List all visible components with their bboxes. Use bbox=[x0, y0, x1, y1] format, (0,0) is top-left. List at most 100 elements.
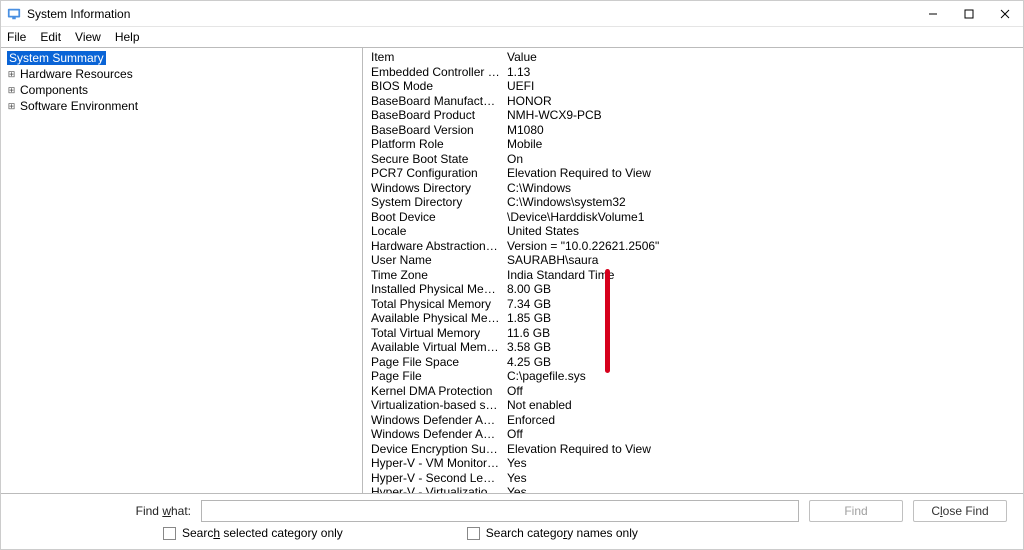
data-row[interactable]: BaseBoard VersionM1080 bbox=[371, 123, 1011, 138]
data-item: BaseBoard Product bbox=[371, 108, 507, 123]
tree-label: Hardware Resources bbox=[20, 67, 133, 81]
data-value: Mobile bbox=[507, 137, 1011, 152]
data-row[interactable]: Hyper-V - VM Monitor Mode Ex...Yes bbox=[371, 456, 1011, 471]
data-row[interactable]: BaseBoard ManufacturerHONOR bbox=[371, 94, 1011, 109]
data-row[interactable]: Windows Defender Application ...Enforced bbox=[371, 413, 1011, 428]
column-headers[interactable]: Item Value bbox=[371, 50, 1011, 65]
data-value: 3.58 GB bbox=[507, 340, 1011, 355]
tree-item-software-environment[interactable]: ⊞ Software Environment bbox=[1, 98, 362, 114]
data-item: Page File bbox=[371, 369, 507, 384]
data-row[interactable]: Available Physical Memory1.85 GB bbox=[371, 311, 1011, 326]
data-value: On bbox=[507, 152, 1011, 167]
tree-label: Components bbox=[20, 83, 88, 97]
data-value: 8.00 GB bbox=[507, 282, 1011, 297]
data-item: Time Zone bbox=[371, 268, 507, 283]
data-value: Off bbox=[507, 384, 1011, 399]
data-item: Boot Device bbox=[371, 210, 507, 225]
checkbox-icon[interactable] bbox=[163, 527, 176, 540]
data-row[interactable]: Hardware Abstraction LayerVersion = "10.… bbox=[371, 239, 1011, 254]
data-row[interactable]: LocaleUnited States bbox=[371, 224, 1011, 239]
data-row[interactable]: Windows Defender Application ...Off bbox=[371, 427, 1011, 442]
column-item[interactable]: Item bbox=[371, 50, 507, 65]
search-selected-category-checkbox[interactable]: Search selected category only bbox=[163, 526, 343, 540]
data-row[interactable]: Total Physical Memory7.34 GB bbox=[371, 297, 1011, 312]
data-value: \Device\HarddiskVolume1 bbox=[507, 210, 1011, 225]
data-row[interactable]: Hyper-V - Second Level Address...Yes bbox=[371, 471, 1011, 486]
data-item: Total Virtual Memory bbox=[371, 326, 507, 341]
data-row[interactable]: Embedded Controller Version1.13 bbox=[371, 65, 1011, 80]
data-item: User Name bbox=[371, 253, 507, 268]
data-value: C:\Windows bbox=[507, 181, 1011, 196]
data-value: 1.13 bbox=[507, 65, 1011, 80]
data-item: Available Physical Memory bbox=[371, 311, 507, 326]
data-value: Yes bbox=[507, 485, 1011, 493]
data-row[interactable]: BIOS ModeUEFI bbox=[371, 79, 1011, 94]
data-value: UEFI bbox=[507, 79, 1011, 94]
expander-icon[interactable]: ⊞ bbox=[7, 86, 16, 95]
menu-help[interactable]: Help bbox=[115, 30, 140, 44]
data-item: BaseBoard Manufacturer bbox=[371, 94, 507, 109]
data-value: Elevation Required to View bbox=[507, 166, 1011, 181]
data-item: Available Virtual Memory bbox=[371, 340, 507, 355]
tree-item-system-summary[interactable]: System Summary bbox=[1, 50, 362, 66]
data-item: Hyper-V - VM Monitor Mode Ex... bbox=[371, 456, 507, 471]
find-input[interactable] bbox=[201, 500, 799, 522]
close-find-button[interactable]: Close Find bbox=[913, 500, 1007, 522]
maximize-button[interactable] bbox=[951, 1, 987, 26]
data-value: Not enabled bbox=[507, 398, 1011, 413]
expander-icon[interactable]: ⊞ bbox=[7, 102, 16, 111]
data-row[interactable]: Kernel DMA ProtectionOff bbox=[371, 384, 1011, 399]
data-item: Secure Boot State bbox=[371, 152, 507, 167]
search-category-names-checkbox[interactable]: Search category names only bbox=[467, 526, 638, 540]
tree-label: Software Environment bbox=[20, 99, 138, 113]
checkbox-icon[interactable] bbox=[467, 527, 480, 540]
data-row[interactable]: Available Virtual Memory3.58 GB bbox=[371, 340, 1011, 355]
find-button[interactable]: Find bbox=[809, 500, 903, 522]
find-label: Find what: bbox=[17, 504, 191, 518]
data-row[interactable]: BaseBoard ProductNMH-WCX9-PCB bbox=[371, 108, 1011, 123]
expander-icon[interactable]: ⊞ bbox=[7, 70, 16, 79]
data-item: Total Physical Memory bbox=[371, 297, 507, 312]
data-row[interactable]: Windows DirectoryC:\Windows bbox=[371, 181, 1011, 196]
title-bar: System Information bbox=[1, 1, 1023, 27]
data-row[interactable]: Page FileC:\pagefile.sys bbox=[371, 369, 1011, 384]
menu-file[interactable]: File bbox=[7, 30, 26, 44]
data-item: System Directory bbox=[371, 195, 507, 210]
data-row[interactable]: Installed Physical Memory (RAM)8.00 GB bbox=[371, 282, 1011, 297]
data-value: Yes bbox=[507, 471, 1011, 486]
data-item: Virtualization-based security bbox=[371, 398, 507, 413]
data-row[interactable]: PCR7 ConfigurationElevation Required to … bbox=[371, 166, 1011, 181]
data-row[interactable]: Hyper-V - Virtualization Enabled...Yes bbox=[371, 485, 1011, 493]
tree-item-components[interactable]: ⊞ Components bbox=[1, 82, 362, 98]
data-row[interactable]: Total Virtual Memory11.6 GB bbox=[371, 326, 1011, 341]
close-button[interactable] bbox=[987, 1, 1023, 26]
data-row[interactable]: Device Encryption SupportElevation Requi… bbox=[371, 442, 1011, 457]
data-value: C:\pagefile.sys bbox=[507, 369, 1011, 384]
minimize-button[interactable] bbox=[915, 1, 951, 26]
data-row[interactable]: Secure Boot StateOn bbox=[371, 152, 1011, 167]
data-row[interactable]: User NameSAURABH\saura bbox=[371, 253, 1011, 268]
data-value: 1.85 GB bbox=[507, 311, 1011, 326]
data-value: Version = "10.0.22621.2506" bbox=[507, 239, 1011, 254]
data-item: PCR7 Configuration bbox=[371, 166, 507, 181]
data-value: Off bbox=[507, 427, 1011, 442]
data-row[interactable]: Page File Space4.25 GB bbox=[371, 355, 1011, 370]
data-value: C:\Windows\system32 bbox=[507, 195, 1011, 210]
data-row[interactable]: Virtualization-based securityNot enabled bbox=[371, 398, 1011, 413]
data-item: Kernel DMA Protection bbox=[371, 384, 507, 399]
category-tree[interactable]: System Summary ⊞ Hardware Resources ⊞ Co… bbox=[1, 48, 363, 493]
window-title: System Information bbox=[27, 7, 915, 21]
menu-edit[interactable]: Edit bbox=[40, 30, 61, 44]
tree-item-hardware-resources[interactable]: ⊞ Hardware Resources bbox=[1, 66, 362, 82]
window-controls bbox=[915, 1, 1023, 26]
data-value: M1080 bbox=[507, 123, 1011, 138]
data-row[interactable]: System DirectoryC:\Windows\system32 bbox=[371, 195, 1011, 210]
details-pane[interactable]: Item Value Embedded Controller Version1.… bbox=[363, 48, 1023, 493]
data-row[interactable]: Platform RoleMobile bbox=[371, 137, 1011, 152]
data-value: 4.25 GB bbox=[507, 355, 1011, 370]
data-item: Windows Directory bbox=[371, 181, 507, 196]
data-row[interactable]: Time ZoneIndia Standard Time bbox=[371, 268, 1011, 283]
menu-view[interactable]: View bbox=[75, 30, 101, 44]
column-value[interactable]: Value bbox=[507, 50, 1011, 65]
data-row[interactable]: Boot Device\Device\HarddiskVolume1 bbox=[371, 210, 1011, 225]
